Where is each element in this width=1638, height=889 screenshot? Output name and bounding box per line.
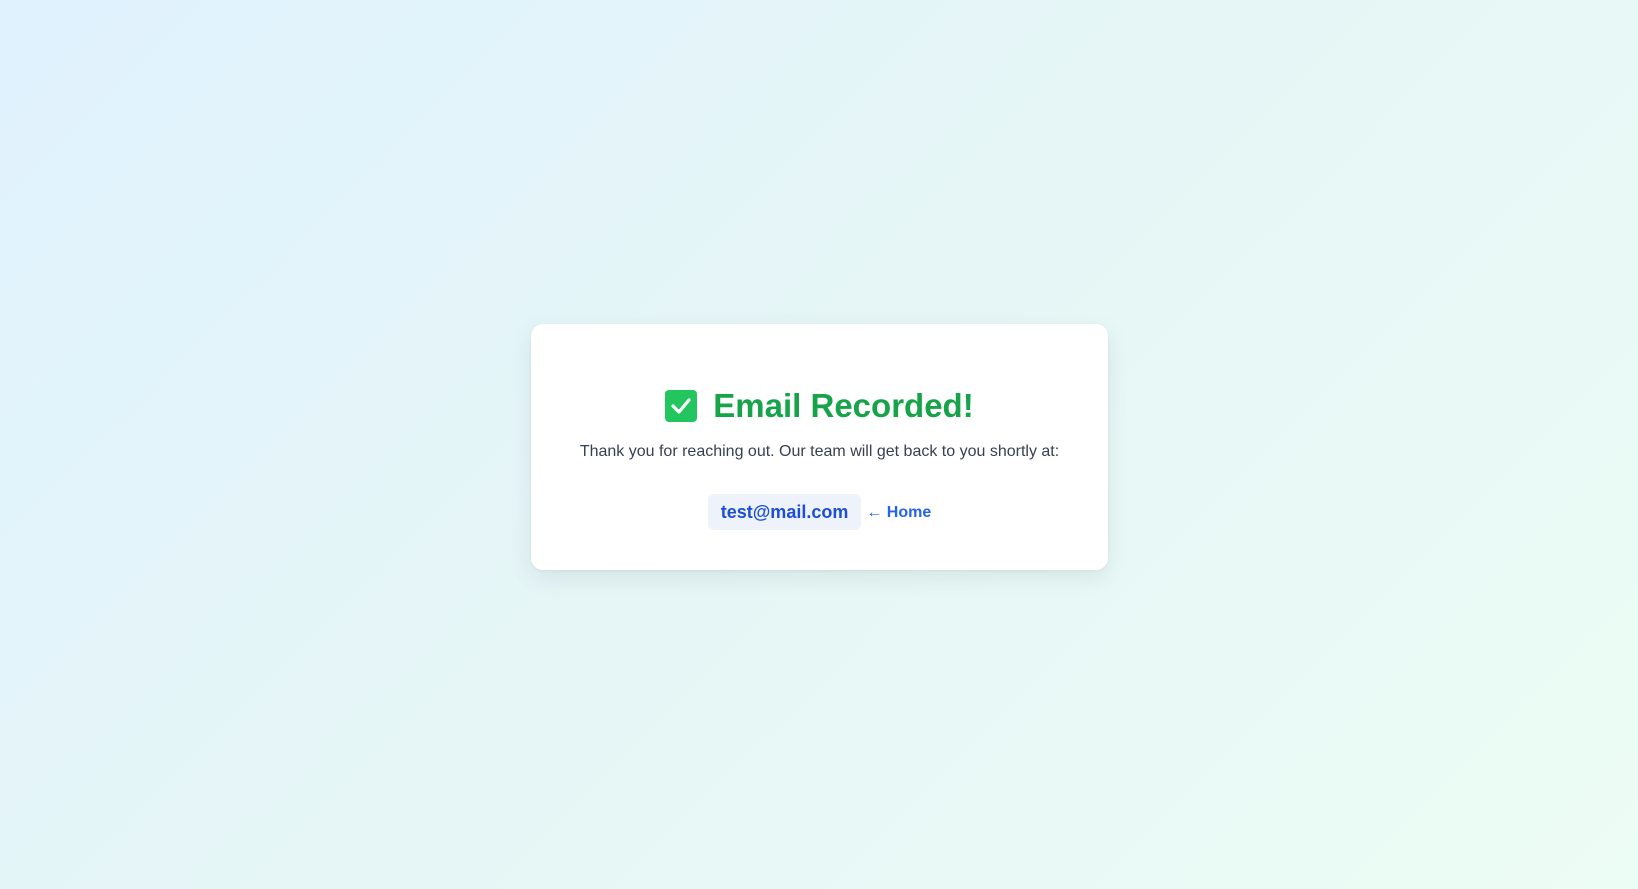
confirmation-message: Thank you for reaching out. Our team wil… bbox=[579, 443, 1060, 460]
page-title: Email Recorded! bbox=[713, 387, 974, 424]
actions-row: test@mail.com ← Home bbox=[531, 494, 1108, 530]
home-link[interactable]: ← Home bbox=[866, 503, 931, 523]
title-row: Email Recorded! bbox=[531, 386, 1108, 426]
check-square-icon bbox=[665, 390, 698, 422]
confirmation-card: Email Recorded! Thank you for reaching o… bbox=[531, 324, 1108, 570]
email-badge: test@mail.com bbox=[707, 494, 862, 530]
